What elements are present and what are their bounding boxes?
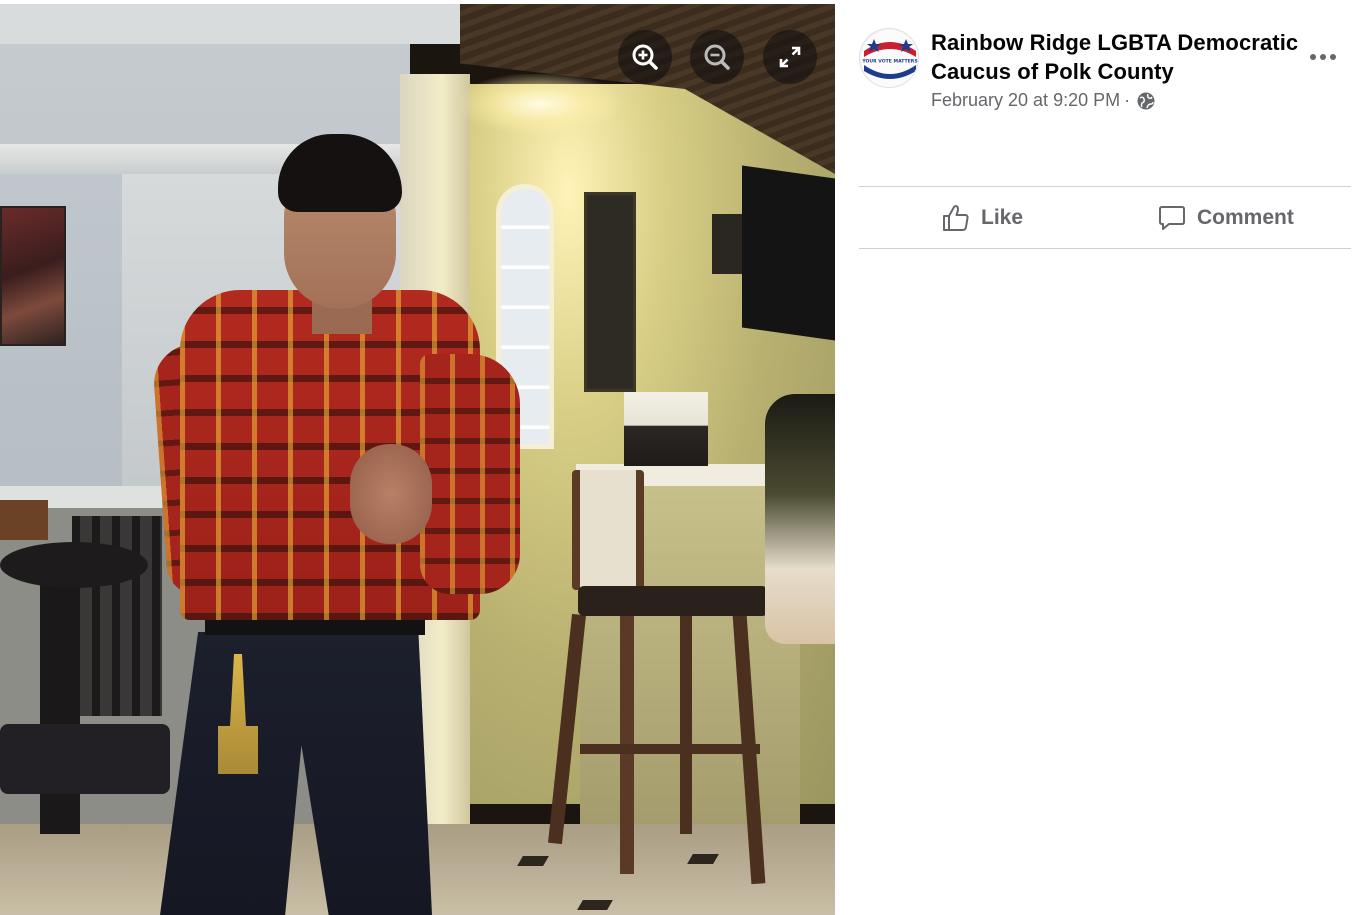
post-meta: February 20 at 9:20 PM · <box>931 90 1156 111</box>
photo-viewer[interactable] <box>0 4 835 915</box>
actions-divider-bottom <box>859 248 1351 249</box>
more-options-button[interactable] <box>1303 36 1343 76</box>
zoom-out-button[interactable] <box>690 30 744 84</box>
comment-label: Comment <box>1197 206 1294 229</box>
comment-button[interactable]: Comment <box>1147 192 1304 244</box>
post-photo <box>0 4 835 915</box>
zoom-in-button[interactable] <box>618 30 672 84</box>
fullscreen-expand-icon <box>774 41 806 73</box>
actions-divider-top <box>859 186 1351 187</box>
fullscreen-button[interactable] <box>763 30 817 84</box>
page-avatar[interactable]: YOUR VOTE MATTERS <box>859 28 919 88</box>
zoom-in-icon <box>629 41 661 73</box>
zoom-out-icon <box>701 41 733 73</box>
vote-badge-icon: YOUR VOTE MATTERS <box>861 30 918 87</box>
meta-separator: · <box>1124 90 1131 110</box>
like-button[interactable]: Like <box>931 192 1033 244</box>
avatar-badge-text: YOUR VOTE MATTERS <box>861 59 917 65</box>
post-timestamp[interactable]: February 20 at 9:20 PM <box>931 90 1120 111</box>
more-horizontal-icon <box>1309 49 1337 64</box>
like-label: Like <box>981 206 1024 229</box>
globe-icon[interactable] <box>1136 91 1156 111</box>
thumbs-up-icon <box>941 203 971 233</box>
post-details-panel: YOUR VOTE MATTERS Rainbow Ridge LGBTA De… <box>835 0 1372 915</box>
comment-bubble-icon <box>1157 203 1187 233</box>
page-name-link[interactable]: Rainbow Ridge LGBTA Democratic Caucus of… <box>931 28 1311 86</box>
